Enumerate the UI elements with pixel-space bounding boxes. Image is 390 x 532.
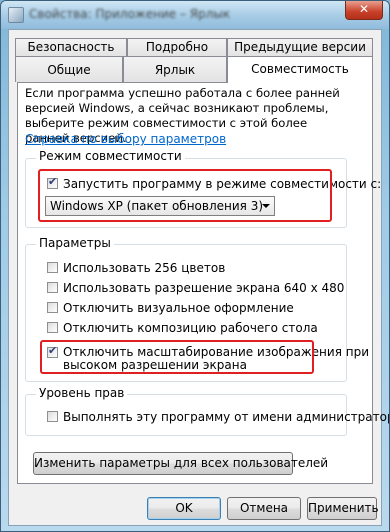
dpi-label-line2: высоком разрешении экрана [63, 358, 247, 372]
tab-details[interactable]: Подробно [127, 38, 227, 56]
apply-button[interactable]: Применить [307, 497, 379, 520]
compat-mode-title: Режим совместимости [36, 149, 185, 163]
tab-security[interactable]: Безопасность [15, 38, 127, 56]
checkbox-icon[interactable] [47, 282, 58, 293]
properties-window: Свойства: Приложение – Ярлык ✕ Безопасно… [0, 0, 390, 532]
chevron-down-icon [262, 204, 270, 208]
option-256-colors-label: Использовать 256 цветов [63, 261, 226, 275]
option-640x480-label: Использовать разрешение экрана 640 x 480 [63, 281, 345, 295]
window-title: Свойства: Приложение – Ярлык [29, 7, 231, 21]
compat-mode-group [25, 158, 347, 228]
checkbox-icon[interactable] [47, 411, 58, 422]
tab-previous-versions[interactable]: Предыдущие версии [227, 38, 373, 56]
change-all-users-button[interactable]: Изменить параметры для всех пользователе… [33, 452, 328, 475]
checkbox-icon[interactable] [47, 302, 58, 313]
ok-button[interactable]: OK [147, 497, 221, 520]
help-link[interactable]: Справка по выбору параметров [25, 132, 226, 146]
title-bar[interactable]: Свойства: Приложение – Ярлык ✕ [1, 1, 389, 29]
checkbox-checked-icon[interactable] [47, 344, 58, 358]
option-disable-themes-label: Отключить визуальное оформление [63, 301, 294, 315]
checkbox-icon[interactable] [47, 322, 58, 333]
dialog-client-area: Безопасность Подробно Предыдущие версии … [8, 29, 389, 526]
os-version-value: Windows XP (пакет обновления 3) [50, 199, 264, 213]
run-as-admin-label: Выполнять эту программу от имени админис… [63, 410, 390, 424]
tab-compatibility[interactable]: Совместимость [227, 56, 373, 83]
tab-general[interactable]: Общие [15, 56, 123, 82]
checkbox-icon[interactable] [47, 262, 58, 273]
cancel-button[interactable]: Отмена [227, 497, 301, 520]
option-disable-composition-label: Отключить композицию рабочего стола [63, 321, 318, 335]
run-compat-label: Запустить программу в режиме совместимос… [63, 177, 382, 191]
checkbox-checked-icon[interactable] [47, 175, 58, 189]
tab-shortcut[interactable]: Ярлык [123, 56, 227, 82]
os-version-select[interactable]: Windows XP (пакет обновления 3) [45, 196, 275, 216]
app-icon [8, 7, 24, 23]
close-button[interactable]: ✕ [345, 1, 383, 20]
privilege-title: Уровень прав [36, 386, 128, 400]
parameters-title: Параметры [36, 236, 114, 250]
option-disable-dpi-scaling-label: Отключить масштабирование изображения пр… [63, 346, 369, 372]
